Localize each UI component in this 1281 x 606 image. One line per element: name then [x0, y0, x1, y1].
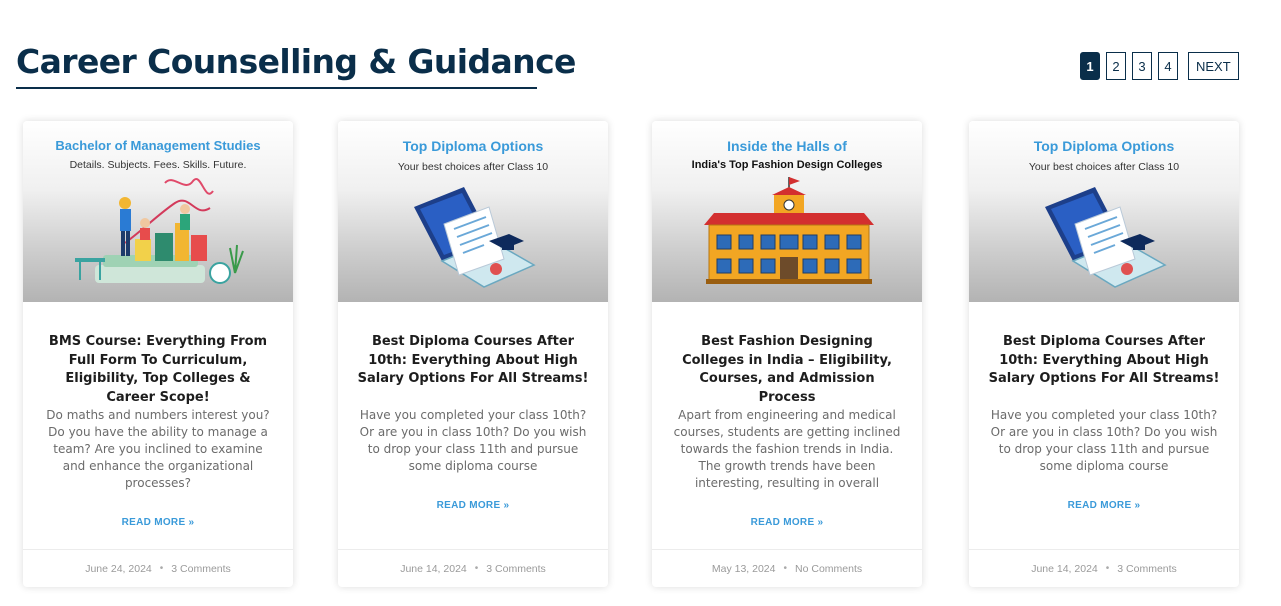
post-card: Top Diploma Options Your best choices af…: [338, 121, 608, 587]
read-more-link[interactable]: READ MORE »: [652, 517, 922, 528]
page-3-link[interactable]: 3: [1132, 52, 1152, 80]
post-meta: May 13, 2024 • No Comments: [652, 549, 922, 587]
post-meta: June 14, 2024 • 3 Comments: [969, 549, 1239, 587]
post-excerpt: Have you completed your class 10th? Or a…: [359, 408, 587, 473]
thumbnail-subtitle: Your best choices after Class 10: [1028, 161, 1180, 173]
page-4-link[interactable]: 4: [1158, 52, 1178, 80]
thumbnail-title: Top Diploma Options: [1033, 138, 1175, 154]
page-1-link[interactable]: 1: [1080, 52, 1100, 80]
read-more-link[interactable]: READ MORE »: [969, 500, 1239, 511]
post-thumbnail[interactable]: Inside the Halls of India's Top Fashion …: [652, 121, 922, 302]
team-business-illustration-icon: [75, 178, 244, 284]
post-thumbnail[interactable]: Top Diploma Options Your best choices af…: [338, 121, 608, 302]
post-comments[interactable]: No Comments: [795, 563, 862, 575]
post-excerpt: Have you completed your class 10th? Or a…: [990, 408, 1218, 473]
post-card: Bachelor of Management Studies Details. …: [23, 121, 293, 587]
thumbnail-subtitle: India's Top Fashion Design Colleges: [691, 159, 883, 171]
meta-separator: •: [474, 563, 479, 574]
post-meta: June 14, 2024 • 3 Comments: [338, 549, 608, 587]
page-2-link[interactable]: 2: [1106, 52, 1126, 80]
pagination: 1 2 3 4 NEXT: [1080, 52, 1239, 80]
meta-separator: •: [159, 563, 164, 574]
post-meta: June 24, 2024 • 3 Comments: [23, 549, 293, 587]
post-card: Top Diploma Options Your best choices af…: [969, 121, 1239, 587]
section-title: Career Counselling & Guidance: [16, 42, 576, 81]
post-excerpt: Do maths and numbers interest you? Do yo…: [46, 408, 270, 490]
thumbnail-title: Top Diploma Options: [402, 138, 544, 154]
post-date: June 24, 2024: [85, 562, 152, 575]
post-date: May 13, 2024: [711, 562, 776, 575]
post-comments[interactable]: 3 Comments: [486, 563, 546, 575]
title-underline: [16, 87, 537, 89]
meta-separator: •: [783, 563, 788, 574]
thumbnail-subtitle: Details. Subjects. Fees. Skills. Future.: [69, 159, 247, 171]
post-comments[interactable]: 3 Comments: [171, 563, 231, 575]
read-more-link[interactable]: READ MORE »: [338, 500, 608, 511]
post-date: June 14, 2024: [1031, 562, 1098, 575]
next-page-link[interactable]: NEXT: [1188, 52, 1239, 80]
post-thumbnail[interactable]: Bachelor of Management Studies Details. …: [23, 121, 293, 302]
post-excerpt: Apart from engineering and medical cours…: [673, 408, 901, 490]
laptop-diploma-icon: [1045, 187, 1167, 288]
post-title[interactable]: Best Diploma Courses After 10th: Everyth…: [987, 333, 1221, 389]
thumbnail-title: Bachelor of Management Studies: [55, 138, 261, 153]
read-more-link[interactable]: READ MORE »: [23, 517, 293, 528]
post-date: June 14, 2024: [400, 562, 467, 575]
laptop-diploma-icon: [414, 187, 536, 288]
thumbnail-title: Inside the Halls of: [727, 138, 847, 154]
post-title[interactable]: Best Fashion Designing Colleges in India…: [670, 333, 904, 407]
post-comments[interactable]: 3 Comments: [1117, 563, 1177, 575]
post-thumbnail[interactable]: Top Diploma Options Your best choices af…: [969, 121, 1239, 302]
post-title[interactable]: BMS Course: Everything From Full Form To…: [41, 333, 275, 407]
thumbnail-subtitle: Your best choices after Class 10: [397, 161, 549, 173]
post-title[interactable]: Best Diploma Courses After 10th: Everyth…: [356, 333, 590, 389]
college-building-icon: [704, 177, 874, 284]
post-card: Inside the Halls of India's Top Fashion …: [652, 121, 922, 587]
meta-separator: •: [1105, 563, 1110, 574]
